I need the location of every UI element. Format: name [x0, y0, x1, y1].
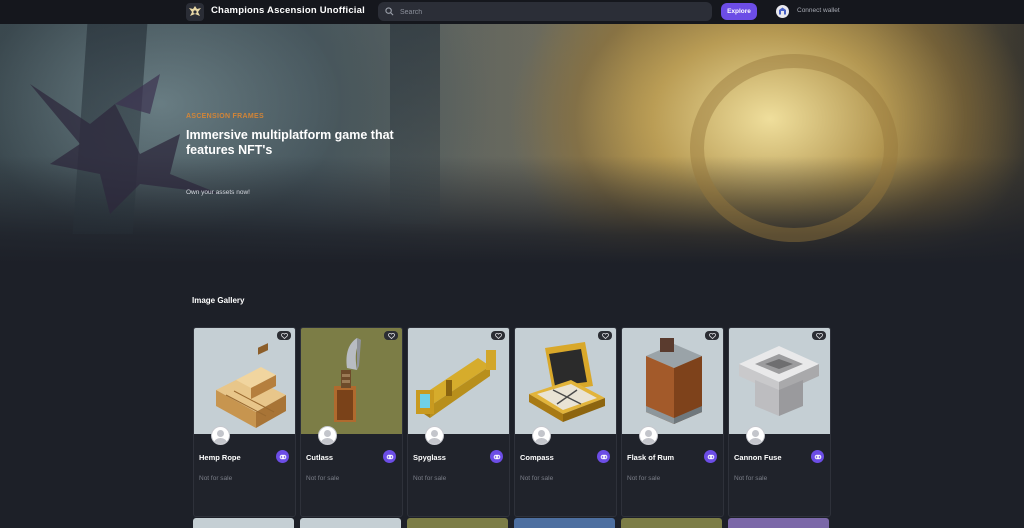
- explore-button[interactable]: Explore: [721, 3, 757, 20]
- heart-icon[interactable]: [491, 331, 505, 340]
- connect-wallet-link[interactable]: Connect wallet: [797, 7, 840, 14]
- brand-name[interactable]: Champions Ascension Unofficial: [211, 5, 365, 16]
- hero-portal-ring: [690, 54, 898, 242]
- gallery-title: Image Gallery: [192, 296, 245, 305]
- nft-card[interactable]: Flask of Rum Not for sale: [621, 327, 724, 517]
- avatar[interactable]: [425, 426, 444, 445]
- nft-card-partial[interactable]: [728, 518, 829, 528]
- avatar[interactable]: [211, 426, 230, 445]
- sale-status: Not for sale: [199, 475, 233, 482]
- nft-name[interactable]: Cutlass: [306, 453, 333, 462]
- avatar[interactable]: [318, 426, 337, 445]
- sale-status: Not for sale: [627, 475, 661, 482]
- sale-status: Not for sale: [306, 475, 340, 482]
- nft-name[interactable]: Flask of Rum: [627, 453, 674, 462]
- search-input[interactable]: [398, 2, 702, 23]
- avatar[interactable]: [532, 426, 551, 445]
- nft-name[interactable]: Compass: [520, 453, 554, 462]
- heart-icon[interactable]: [705, 331, 719, 340]
- hero-subtitle: Own your assets now!: [186, 189, 250, 196]
- heart-icon[interactable]: [812, 331, 826, 340]
- nft-image[interactable]: [194, 328, 295, 434]
- chain-link-icon: [597, 450, 610, 463]
- nft-image[interactable]: [622, 328, 723, 434]
- hero-eyebrow: ASCENSION FRAMES: [186, 113, 264, 120]
- nft-card-partial[interactable]: [300, 518, 401, 528]
- nft-image[interactable]: [408, 328, 509, 434]
- chain-link-icon: [704, 450, 717, 463]
- nft-image[interactable]: [729, 328, 830, 434]
- heart-icon[interactable]: [277, 331, 291, 340]
- wallet-avatar-icon[interactable]: [776, 5, 789, 18]
- nft-card[interactable]: Hemp Rope Not for sale: [193, 327, 296, 517]
- hero-banner: ASCENSION FRAMES Immersive multiplatform…: [0, 24, 1024, 264]
- nft-name[interactable]: Hemp Rope: [199, 453, 241, 462]
- chain-link-icon: [383, 450, 396, 463]
- nft-image[interactable]: [515, 328, 616, 434]
- nft-card-partial[interactable]: [407, 518, 508, 528]
- sale-status: Not for sale: [734, 475, 768, 482]
- hero-pillar-center: [390, 24, 440, 224]
- search-icon: [385, 7, 394, 16]
- top-nav-bar: Champions Ascension Unofficial Explore C…: [0, 0, 1024, 24]
- nft-card[interactable]: Compass Not for sale: [514, 327, 617, 517]
- heart-icon[interactable]: [384, 331, 398, 340]
- nft-card[interactable]: Spyglass Not for sale: [407, 327, 510, 517]
- heart-icon[interactable]: [598, 331, 612, 340]
- nft-card-partial[interactable]: [193, 518, 294, 528]
- chain-link-icon: [490, 450, 503, 463]
- nft-name[interactable]: Spyglass: [413, 453, 446, 462]
- sale-status: Not for sale: [520, 475, 554, 482]
- chain-link-icon: [811, 450, 824, 463]
- nft-card[interactable]: Cutlass Not for sale: [300, 327, 403, 517]
- nft-card[interactable]: Cannon Fuse Not for sale: [728, 327, 831, 517]
- search-bar[interactable]: [378, 2, 712, 23]
- nft-image[interactable]: [301, 328, 402, 434]
- avatar[interactable]: [746, 426, 765, 445]
- brand-logo-icon[interactable]: [186, 3, 204, 21]
- nft-card-partial[interactable]: [621, 518, 722, 528]
- sale-status: Not for sale: [413, 475, 447, 482]
- hero-title: Immersive multiplatform game that featur…: [186, 128, 394, 157]
- chain-link-icon: [276, 450, 289, 463]
- nft-name[interactable]: Cannon Fuse: [734, 453, 782, 462]
- nft-card-partial[interactable]: [514, 518, 615, 528]
- avatar[interactable]: [639, 426, 658, 445]
